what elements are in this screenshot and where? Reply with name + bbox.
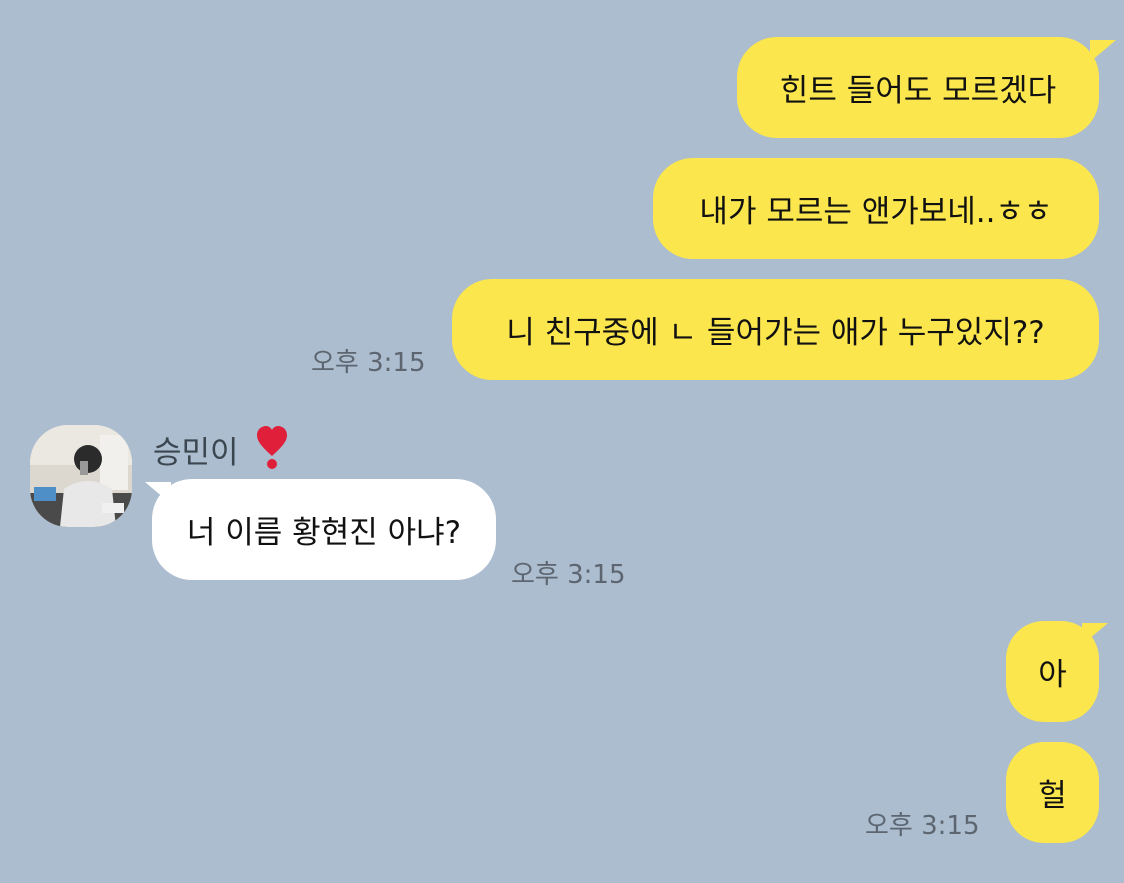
my-message-bubble[interactable]: 니 친구중에 ㄴ 들어가는 애가 누구있지?? [452,279,1099,380]
message-text: 너 이름 황현진 아냐? [186,515,462,551]
message-text: 니 친구중에 ㄴ 들어가는 애가 누구있지?? [506,315,1045,351]
message-text: 힌트 들어도 모르겠다 [779,73,1057,109]
sender-name: 승민이 [153,435,239,471]
message-timestamp: 오후 3:15 [311,348,426,378]
message-timestamp: 오후 3:15 [865,811,980,841]
my-message-bubble[interactable]: 힌트 들어도 모르겠다 [737,37,1099,138]
message-timestamp: 오후 3:15 [511,560,626,590]
message-text: 헐 [1038,778,1067,814]
profile-avatar[interactable] [30,425,132,527]
my-message-bubble[interactable]: 헐 [1006,742,1099,843]
avatar-photo [30,425,132,527]
message-text: 아 [1038,657,1067,693]
message-text: 내가 모르는 앤가보네..ㅎㅎ [699,194,1053,230]
their-message-bubble[interactable]: 너 이름 황현진 아냐? [152,479,496,580]
heavy-heart-exclamation-icon [257,426,287,469]
bubble-tail [1082,623,1108,645]
bubble-tail [1090,40,1116,62]
my-message-bubble[interactable]: 내가 모르는 앤가보네..ㅎㅎ [653,158,1099,259]
